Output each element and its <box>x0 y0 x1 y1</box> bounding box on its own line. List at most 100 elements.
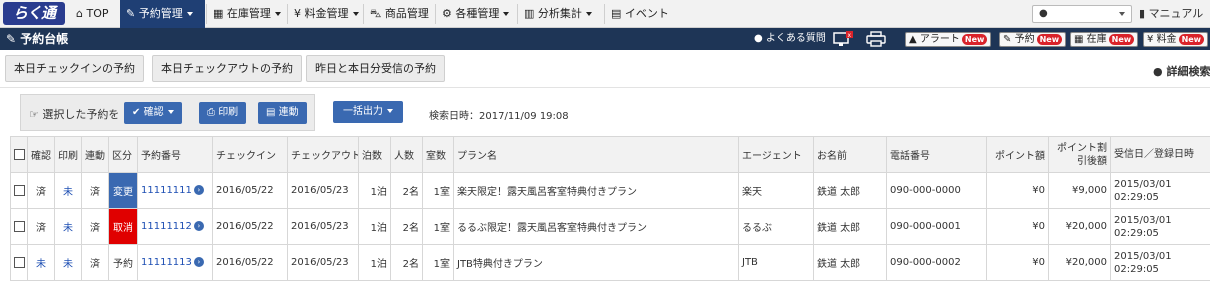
edit-icon: ✎ <box>1003 34 1011 45</box>
gear-icon: ⚙ <box>442 7 452 20</box>
chevron-down-icon <box>275 12 281 16</box>
manual-link[interactable]: ▮ マニュアル <box>1139 0 1203 28</box>
col-plan[interactable]: プラン名 <box>454 137 739 173</box>
cell-name: 鉄道 太郎 <box>814 173 887 209</box>
table-row[interactable]: 未未済予約11111113›2016/05/222016/05/231泊2名1室… <box>11 245 1210 281</box>
reservation-number-link[interactable]: 11111112 <box>141 221 192 232</box>
grid-icon: ▦ <box>213 7 223 20</box>
col-print[interactable]: 印刷 <box>55 137 82 173</box>
edit-icon: ✎ <box>6 32 16 46</box>
cell-number[interactable]: 11111113› <box>138 245 213 281</box>
bulk-export-button[interactable]: 一括出力 <box>333 101 403 123</box>
detail-search-toggle[interactable]: ● 詳細検索 <box>1153 63 1210 79</box>
cell-number[interactable]: 11111111› <box>138 173 213 209</box>
fee-button[interactable]: ¥ 料金New <box>1143 32 1208 47</box>
col-checkout[interactable]: チェックアウト <box>288 137 359 173</box>
col-agent[interactable]: エージェント <box>739 137 814 173</box>
nav-events[interactable]: ▤ イベント <box>605 0 675 28</box>
new-badge: New <box>962 34 988 45</box>
chevron-down-icon <box>1119 12 1125 16</box>
table-row[interactable]: 済未済変更11111111›2016/05/222016/05/231泊2名1室… <box>11 173 1210 209</box>
arrow-circle-right-icon[interactable]: › <box>194 185 204 195</box>
cell-after-points: ¥9,000 <box>1049 173 1111 209</box>
col-name[interactable]: お名前 <box>814 137 887 173</box>
row-checkbox[interactable] <box>14 221 25 232</box>
cell-print: 未 <box>55 245 82 281</box>
car-icon: ⛍ <box>370 7 381 20</box>
cell-checkout: 2016/05/23 <box>288 209 359 245</box>
col-phone[interactable]: 電話番号 <box>887 137 987 173</box>
nav-reservation[interactable]: ✎ 予約管理 <box>120 0 205 28</box>
cell-rooms: 1室 <box>423 209 454 245</box>
chevron-down-icon <box>353 12 359 16</box>
select-all-cell <box>11 137 28 173</box>
user-select[interactable]: ● <box>1032 5 1132 23</box>
tab-received[interactable]: 昨日と本日分受信の予約 <box>306 55 445 82</box>
tab-today-checkout[interactable]: 本日チェックアウトの予約 <box>152 55 302 82</box>
nav-inventory[interactable]: ▦ 在庫管理 <box>207 0 287 28</box>
row-checkbox[interactable] <box>14 257 25 268</box>
col-received[interactable]: 受信日／登録日時 <box>1111 137 1210 173</box>
reserve-button[interactable]: ✎ 予約New <box>999 32 1066 47</box>
alert-label: アラート <box>920 34 960 45</box>
nav-settings[interactable]: ⚙ 各種管理 <box>436 0 515 28</box>
tab-today-checkin[interactable]: 本日チェックインの予約 <box>5 55 144 82</box>
book-icon: ▮ <box>1139 7 1145 20</box>
cell-confirm: 済 <box>28 209 55 245</box>
col-kubun[interactable]: 区分 <box>109 137 138 173</box>
user-icon: ● <box>1039 8 1048 19</box>
nav-analytics-label: 分析集計 <box>538 7 582 20</box>
received-date: 2015/03/01 <box>1114 250 1207 263</box>
cell-rooms: 1室 <box>423 245 454 281</box>
bulk-action-panel: ☞ 選択した予約を ✔ 確認 ⎙ 印刷 ▤ 連動 <box>20 94 315 131</box>
nav-analytics[interactable]: ▥ 分析集計 <box>518 0 598 28</box>
col-checkin[interactable]: チェックイン <box>213 137 288 173</box>
new-badge: New <box>1179 34 1205 45</box>
nav-pricing[interactable]: ¥ 料金管理 <box>288 0 365 28</box>
alert-button[interactable]: ▲ アラートNew <box>905 32 991 47</box>
col-points[interactable]: ポイント額 <box>987 137 1049 173</box>
cell-after-points: ¥20,000 <box>1049 245 1111 281</box>
row-checkbox[interactable] <box>14 185 25 196</box>
col-nights[interactable]: 泊数 <box>359 137 391 173</box>
cell-people: 2名 <box>391 173 423 209</box>
cell-people: 2名 <box>391 245 423 281</box>
yen-icon: ¥ <box>294 7 301 20</box>
select-all-checkbox[interactable] <box>14 149 25 160</box>
cell-number[interactable]: 11111112› <box>138 209 213 245</box>
arrow-circle-right-icon[interactable]: › <box>194 221 204 231</box>
table-header-row: 確認 印刷 連動 区分 予約番号 チェックイン チェックアウト 泊数 人数 室数… <box>11 137 1210 173</box>
cell-points: ¥0 <box>987 209 1049 245</box>
printer-icon[interactable] <box>866 31 886 47</box>
nav-top-label: TOP <box>86 7 108 20</box>
cell-name: 鉄道 太郎 <box>814 245 887 281</box>
cell-checkin: 2016/05/22 <box>213 245 288 281</box>
nav-products[interactable]: ⛍ 商品管理 <box>364 0 435 28</box>
col-rooms[interactable]: 室数 <box>423 137 454 173</box>
col-confirm[interactable]: 確認 <box>28 137 55 173</box>
col-people[interactable]: 人数 <box>391 137 423 173</box>
monitor-alert-icon[interactable]: x <box>832 31 854 47</box>
cell-nights: 1泊 <box>359 245 391 281</box>
printer-icon: ⎙ <box>207 107 215 118</box>
link-button[interactable]: ▤ 連動 <box>258 102 307 124</box>
chevron-circle-down-icon: ● <box>1153 65 1163 78</box>
print-button[interactable]: ⎙ 印刷 <box>199 102 246 124</box>
arrow-circle-right-icon[interactable]: › <box>194 257 204 267</box>
col-number[interactable]: 予約番号 <box>138 137 213 173</box>
faq-link[interactable]: ● よくある質問 <box>754 28 826 50</box>
table-row[interactable]: 済未済取消11111112›2016/05/222016/05/231泊2名1室… <box>11 209 1210 245</box>
nav-events-label: イベント <box>625 7 669 20</box>
col-link[interactable]: 連動 <box>82 137 109 173</box>
confirm-dropdown-button[interactable]: ✔ 確認 <box>124 102 182 124</box>
title-bar: ✎ 予約台帳 ● よくある質問 x ▲ アラートNew ✎ 予約New ▦ 在庫… <box>0 28 1210 50</box>
cell-name: 鉄道 太郎 <box>814 209 887 245</box>
cell-kubun: 変更 <box>109 173 138 209</box>
manual-label: マニュアル <box>1149 7 1204 20</box>
reservation-number-link[interactable]: 11111113 <box>141 257 192 268</box>
app-logo[interactable]: らく通 <box>3 2 65 25</box>
reservation-number-link[interactable]: 11111111 <box>141 185 192 196</box>
stock-button[interactable]: ▦ 在庫New <box>1070 32 1138 47</box>
nav-top[interactable]: ⌂ TOP <box>70 0 115 28</box>
col-after-points[interactable]: ポイント割引後額 <box>1049 137 1111 173</box>
